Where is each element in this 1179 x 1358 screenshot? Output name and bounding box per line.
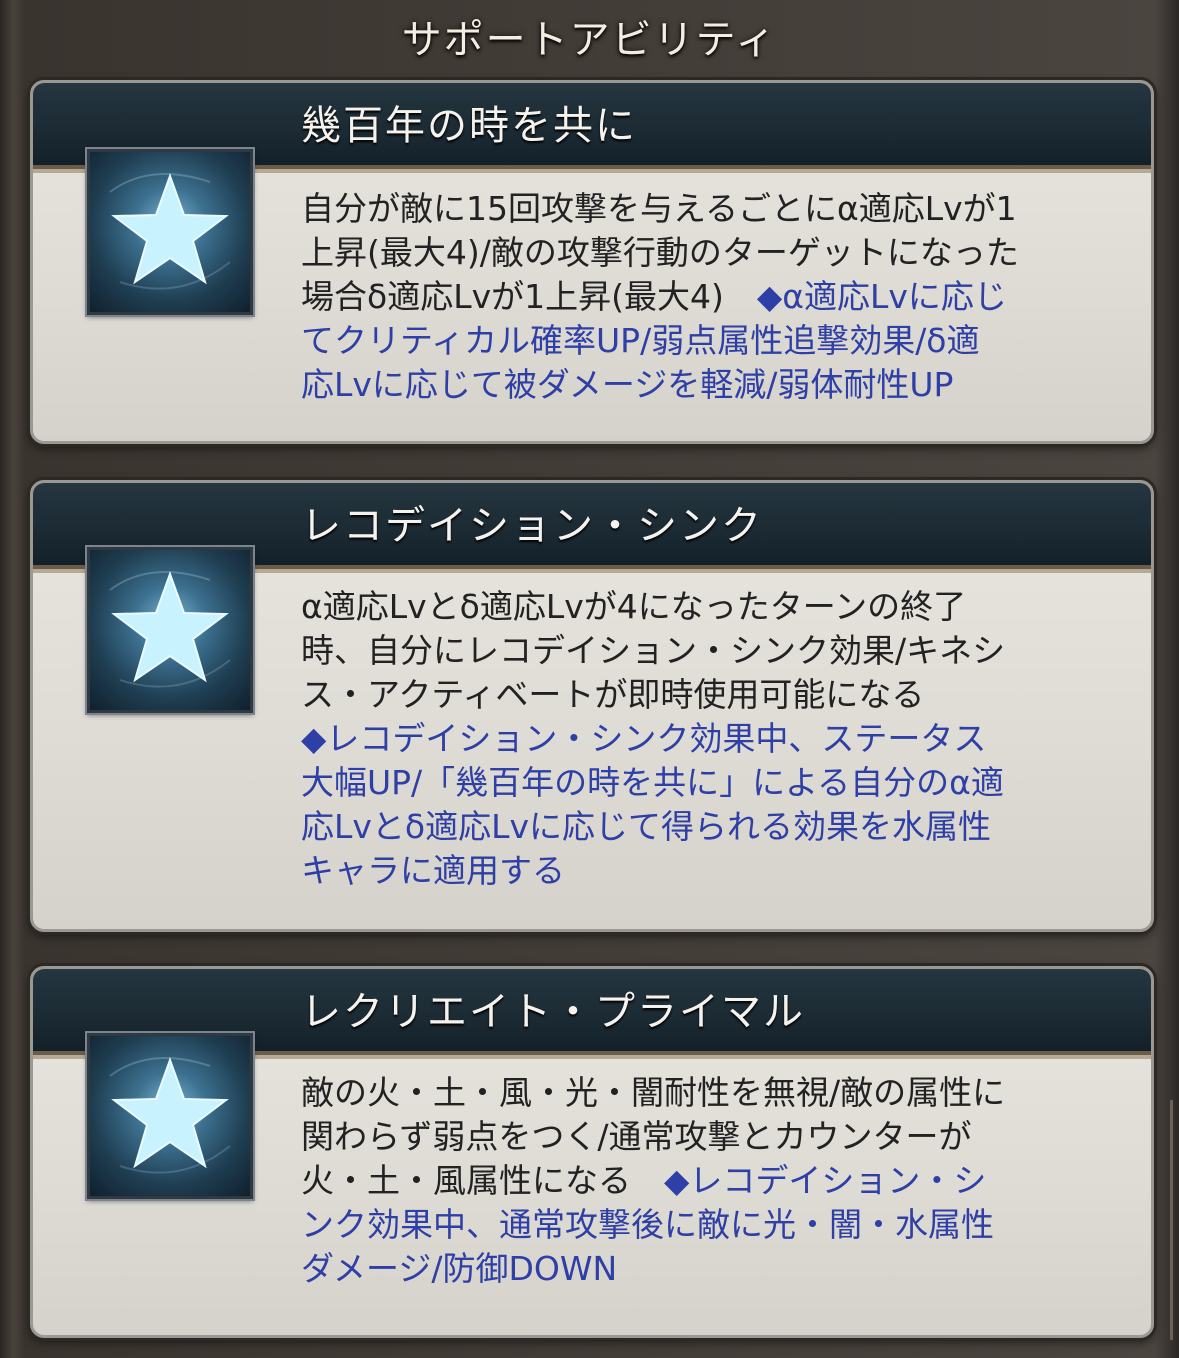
star-icon [87, 1033, 253, 1199]
effect-text: キャラに適用する [301, 851, 565, 890]
scrollbar[interactable] [1170, 1100, 1173, 1340]
ability-card-3: レクリエイト・プライマル 敵の火・土・風・光・闇耐性を無視/敵の属性に 関わらず弱… [30, 966, 1154, 1338]
effect-text: ダメージ/防御DOWN [301, 1249, 618, 1288]
effect-text: ◆α適応Lvに応じ [756, 277, 1007, 316]
page-title: サポートアビリティ [401, 17, 778, 63]
description-line: 時、自分にレコデイション・シンク効果/キネシ [301, 629, 1121, 673]
description-text: 上昇(最大4)/敵の攻撃行動のターゲットになった [301, 233, 1019, 272]
description-line: 火・土・風属性になる ◆レコデイション・シ [301, 1159, 1121, 1203]
effect-text: 応Lvに応じて被ダメージを軽減/弱体耐性UP [301, 365, 954, 404]
description-line: ダメージ/防御DOWN [301, 1247, 1121, 1291]
description-line: 大幅UP/「幾百年の時を共に」による自分のα適 [301, 761, 1121, 805]
ability-name: レクリエイト・プライマル [301, 989, 805, 1035]
ability-name: 幾百年の時を共に [301, 103, 637, 149]
effect-text: 大幅UP/「幾百年の時を共に」による自分のα適 [301, 763, 1004, 802]
ability-card-1: 幾百年の時を共に 自分が敵に15回攻撃を与えるごとにα適応Lvが1 上昇(最大4)… [30, 80, 1154, 444]
ability-card-2: レコデイション・シンク α適応Lvとδ適応Lvが4になったターンの終了 時、自分に… [30, 480, 1154, 932]
description-line: 関わらず弱点をつく/通常攻撃とカウンターが [301, 1115, 1121, 1159]
description-line: キャラに適用する [301, 849, 1121, 893]
effect-text: ◆レコデイション・シ [664, 1161, 987, 1200]
star-icon [87, 149, 253, 315]
description-line: α適応Lvとδ適応Lvが4になったターンの終了 [301, 585, 1121, 629]
description-line: 場合δ適応Lvが1上昇(最大4) ◆α適応Lvに応じ [301, 275, 1121, 319]
description-line: 自分が敵に15回攻撃を与えるごとにα適応Lvが1 [301, 187, 1121, 231]
description-line: ンク効果中、通常攻撃後に敵に光・闇・水属性 [301, 1203, 1121, 1247]
effect-text: てクリティカル確率UP/弱点属性追撃効果/δ適 [301, 321, 980, 360]
description-text: 関わらず弱点をつく/通常攻撃とカウンターが [301, 1117, 972, 1156]
ability-name: レコデイション・シンク [301, 503, 763, 549]
effect-text: ◆レコデイション・シンク効果中、ステータス [301, 719, 987, 758]
ability-description: 自分が敵に15回攻撃を与えるごとにα適応Lvが1 上昇(最大4)/敵の攻撃行動のタ… [301, 187, 1121, 407]
description-line: 応Lvに応じて被ダメージを軽減/弱体耐性UP [301, 363, 1121, 407]
ability-description: α適応Lvとδ適応Lvが4になったターンの終了 時、自分にレコデイション・シンク効… [301, 585, 1121, 893]
description-line: 敵の火・土・風・光・闇耐性を無視/敵の属性に [301, 1071, 1121, 1115]
effect-text: ンク効果中、通常攻撃後に敵に光・闇・水属性 [301, 1205, 994, 1244]
description-line: 上昇(最大4)/敵の攻撃行動のターゲットになった [301, 231, 1121, 275]
description-text: 場合δ適応Lvが1上昇(最大4) [301, 277, 757, 316]
description-text: 時、自分にレコデイション・シンク効果/キネシ [301, 631, 1006, 670]
ability-description: 敵の火・土・風・光・闇耐性を無視/敵の属性に 関わらず弱点をつく/通常攻撃とカウン… [301, 1071, 1121, 1291]
description-line: ス・アクティベートが即時使用可能になる [301, 673, 1121, 717]
page-frame: サポートアビリティ 幾百年の時を共に 自分が敵に15回攻撃を与えるごとにα適応L… [0, 0, 1179, 1358]
star-icon [87, 547, 253, 713]
description-text: 火・土・風属性になる [301, 1161, 664, 1200]
effect-text: 応Lvとδ適応Lvに応じて得られる効果を水属性 [301, 807, 992, 846]
description-line: 応Lvとδ適応Lvに応じて得られる効果を水属性 [301, 805, 1121, 849]
description-text: α適応Lvとδ適応Lvが4になったターンの終了 [301, 587, 967, 626]
description-line: てクリティカル確率UP/弱点属性追撃効果/δ適 [301, 319, 1121, 363]
description-text: 敵の火・土・風・光・闇耐性を無視/敵の属性に [301, 1073, 1006, 1112]
description-line: ◆レコデイション・シンク効果中、ステータス [301, 717, 1121, 761]
description-text: 自分が敵に15回攻撃を与えるごとにα適応Lvが1 [301, 189, 1017, 228]
description-text: ス・アクティベートが即時使用可能になる [301, 675, 925, 714]
